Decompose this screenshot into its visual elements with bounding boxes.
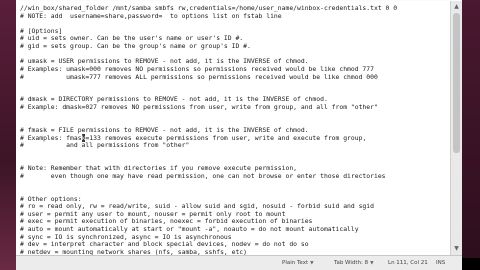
editor-line: # NOTE: add username=share,password= to …: [20, 11, 282, 20]
editor-line: # netdev = mounting network shares (nfs,…: [20, 247, 248, 255]
chevron-down-icon: ▼: [310, 261, 314, 266]
text-editing-area[interactable]: //win_box/shared_folder /mnt/samba smbfs…: [16, 1, 450, 255]
status-bar: Plain Text ▼ Tab Width: 8 ▼ Ln 111, Col 21…: [16, 255, 462, 270]
insert-mode-indicator: INS: [436, 260, 446, 266]
desktop-corner: [462, 258, 480, 270]
language-label: Plain Text: [282, 260, 309, 266]
scrollbar-thumb[interactable]: [453, 13, 460, 153]
scroll-down-icon[interactable]: ▼: [452, 244, 461, 253]
text-editor-window: //win_box/shared_folder /mnt/samba smbfs…: [16, 0, 462, 270]
editor-line: # and all permissions from "other": [20, 141, 190, 150]
tab-width-selector[interactable]: Tab Width: 8 ▼: [334, 259, 374, 268]
desktop-background-right: [462, 0, 480, 270]
desktop-background-left: [0, 0, 16, 270]
language-selector[interactable]: Plain Text ▼: [282, 259, 314, 268]
editor-line: # umask=777 removes ALL permissions so p…: [20, 72, 378, 81]
tab-width-label: Tab Width: 8: [334, 260, 369, 266]
vertical-scrollbar[interactable]: ▲ ▼: [450, 1, 462, 255]
cursor-position: Ln 111, Col 21: [388, 260, 428, 266]
editor-line: # Example: dmask=027 removes NO permissi…: [20, 103, 378, 112]
scroll-up-icon[interactable]: ▲: [452, 2, 461, 11]
chevron-down-icon: ▼: [370, 261, 374, 266]
editor-line: # gid = sets group. Can be the group's n…: [20, 42, 251, 51]
editor-line: # even though one may have read permissi…: [20, 171, 386, 180]
